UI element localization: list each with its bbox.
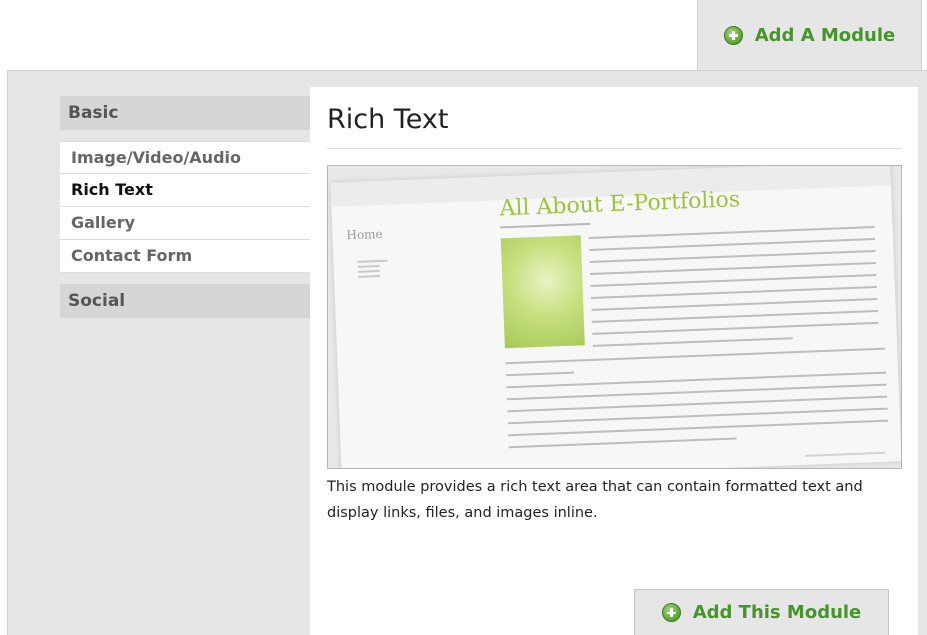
module-preview-image: Home All About E-Portfolios <box>327 165 902 469</box>
preview-home-label: Home <box>346 226 383 243</box>
preview-text-lines-lower <box>505 347 889 459</box>
gear-icon <box>500 235 585 349</box>
plus-circle-icon <box>723 25 743 45</box>
category-basic[interactable]: Basic <box>60 96 310 130</box>
add-this-module-label: Add This Module <box>692 602 862 623</box>
module-category-sidebar: Basic Image/Video/Audio Rich Text Galler… <box>60 96 310 318</box>
preview-byline <box>500 222 591 229</box>
preview-side-nav <box>357 257 388 281</box>
preview-footer <box>805 451 886 457</box>
sidebar-item-rich-text[interactable]: Rich Text <box>60 174 310 207</box>
category-social[interactable]: Social <box>60 284 310 318</box>
add-a-module-label: Add A Module <box>754 24 896 46</box>
sidebar-item-image-video-audio[interactable]: Image/Video/Audio <box>60 141 310 174</box>
sidebar-item-contact-form[interactable]: Contact Form <box>60 240 310 273</box>
module-description: This module provides a rich text area th… <box>327 479 863 521</box>
preview-sheet: Home All About E-Portfolios <box>330 166 901 468</box>
sidebar-item-gallery[interactable]: Gallery <box>60 207 310 240</box>
add-a-module-tab[interactable]: Add A Module <box>697 0 922 70</box>
preview-text-lines <box>588 226 879 357</box>
title-divider <box>327 148 902 149</box>
module-title: Rich Text <box>327 104 449 135</box>
add-this-module-button[interactable]: Add This Module <box>634 589 889 635</box>
plus-circle-icon <box>661 603 681 622</box>
